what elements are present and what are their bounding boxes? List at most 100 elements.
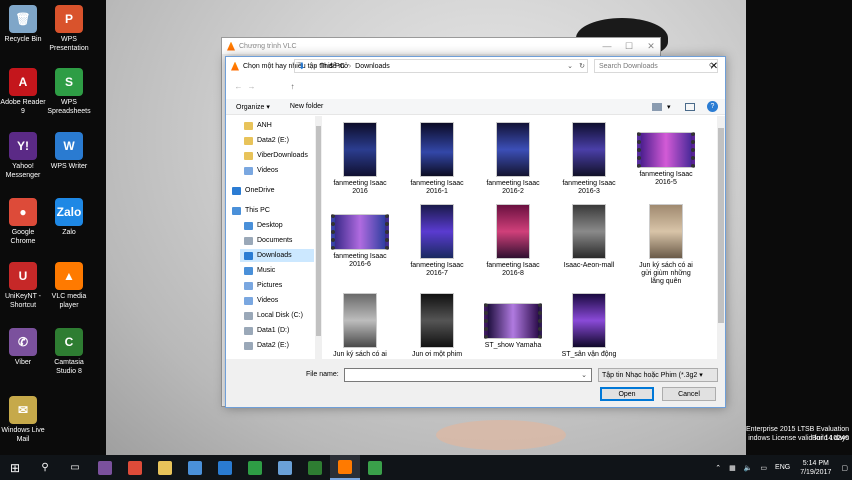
chevron-up-icon[interactable]: ⌃ [715, 464, 721, 472]
desktop-icon-wps-writer[interactable]: W WPS Writer [46, 132, 92, 171]
video-thumbnail [496, 204, 530, 259]
help-icon[interactable]: ? [707, 101, 718, 112]
taskbar-chrome-icon[interactable] [120, 455, 150, 480]
nav-item-pictures[interactable]: Pictures [240, 279, 314, 292]
files-scrollbar[interactable] [717, 116, 725, 359]
refresh-icon[interactable]: ↻ [579, 62, 585, 70]
breadcrumb-this-pc[interactable]: This PC [320, 63, 345, 70]
volume-icon[interactable]: 🔈 [744, 464, 753, 472]
desktop-icon-yahoo-messenger[interactable]: Y! Yahoo! Messenger [0, 132, 46, 180]
organize-button[interactable]: Organize ▾ [226, 103, 280, 111]
desktop-icon-recycle-bin[interactable]: 🗑 Recycle Bin [0, 5, 46, 44]
nav-item-videos[interactable]: Videos [240, 164, 314, 177]
close-icon[interactable]: ✕ [640, 38, 662, 54]
up-arrow-icon[interactable]: ↑ [286, 79, 299, 93]
desktop-icon-zalo[interactable]: Zalo Zalo [46, 198, 92, 237]
nav-item-videos[interactable]: Videos [240, 294, 314, 307]
file-item[interactable]: fanmeeting Isaac 2016 [325, 122, 395, 196]
nav-item-data2-e[interactable]: Data2 (E:) [240, 134, 314, 147]
file-item[interactable]: fanmeeting Isaac 2016-6 [325, 204, 395, 269]
nav-item-anh[interactable]: ANH [240, 119, 314, 132]
new-folder-button[interactable]: New folder [280, 103, 333, 110]
desktop-icon-wps-presentation[interactable]: P WPS Presentation [46, 5, 92, 53]
file-name-line1: fanmeeting Isaac [410, 262, 464, 269]
desktop-icon-label: WPS Spreadsheets [47, 99, 91, 115]
file-item[interactable]: fanmeeting Isaac 2016-5 [631, 122, 701, 187]
address-bar[interactable]: ⬇ › This PC › Downloads ⌄ ↻ [294, 59, 588, 73]
desktop-icon-windows-live-mail[interactable]: ✉ Windows Live Mail [0, 396, 46, 444]
taskbar-app-misc-icon[interactable] [270, 455, 300, 480]
desktop-icon-viber[interactable]: ✆ Viber [0, 328, 46, 367]
search-input[interactable]: Search Downloads ⚲ [594, 59, 718, 73]
preview-pane-icon[interactable] [685, 102, 695, 111]
taskbar-wps-writer-icon[interactable] [210, 455, 240, 480]
nav-scrollbar[interactable] [315, 116, 322, 359]
nav-item-data1-d[interactable]: Data1 (D:) [240, 324, 314, 337]
file-item[interactable]: Jun ơi một phim [402, 293, 472, 359]
nav-item-desktop[interactable]: Desktop [240, 219, 314, 232]
nav-item-music[interactable]: Music [240, 264, 314, 277]
file-item[interactable]: fanmeeting Isaac 2016-8 [478, 204, 548, 278]
taskbar-viber-icon[interactable] [90, 455, 120, 480]
view-icon[interactable] [652, 102, 662, 111]
language-indicator[interactable]: ENG [775, 464, 790, 471]
nav-item-onedrive[interactable]: OneDrive [228, 184, 314, 197]
desktop-icon-vlc-media-player[interactable]: ▲ VLC media player [46, 262, 92, 310]
desktop-icon-adobe-reader-9[interactable]: A Adobe Reader 9 [0, 68, 46, 116]
dialog-footer: File name: ⌄ Tập tin Nhạc hoặc Phim (*.3… [226, 359, 725, 407]
file-item[interactable]: Jun ký sách có ai [325, 293, 395, 359]
file-name-line1: Isaac-Aeon-mall [563, 262, 615, 269]
file-item[interactable]: fanmeeting Isaac 2016-2 [478, 122, 548, 196]
taskbar-camtasia-recorder-icon[interactable] [360, 455, 390, 480]
file-item[interactable]: Isaac-Aeon-mall [554, 204, 624, 270]
maximize-icon[interactable]: ☐ [618, 38, 640, 54]
desktop-icon-unikeynt-shortcut[interactable]: U UniKeyNT - Shortcut [0, 262, 46, 310]
taskbar-camtasia-icon[interactable] [300, 455, 330, 480]
cancel-button[interactable]: Cancel [662, 387, 716, 401]
desktop-icon-google-chrome[interactable]: ● Google Chrome [0, 198, 46, 246]
nav-item-data2-e[interactable]: Data2 (E:) [240, 339, 314, 352]
video-thumbnail [572, 204, 606, 259]
file-item[interactable]: fanmeeting Isaac 2016-7 [402, 204, 472, 278]
file-name-line2: 2016 [352, 188, 368, 195]
open-button[interactable]: Open [600, 387, 654, 401]
desktop-icon-wps-spreadsheets[interactable]: S WPS Spreadsheets [46, 68, 92, 116]
vlc-titlebar[interactable]: Chương trình VLC [222, 38, 660, 54]
start-button[interactable]: ⊞ [0, 455, 30, 480]
nav-item-label: Videos [257, 167, 279, 174]
taskbar-folder-icon[interactable] [150, 455, 180, 480]
back-arrow-icon[interactable]: ← [232, 79, 245, 93]
file-item[interactable]: fanmeeting Isaac 2016-1 [402, 122, 472, 196]
nav-scroll-thumb[interactable] [316, 126, 321, 336]
forward-arrow-icon[interactable]: → [245, 79, 258, 93]
action-center-icon[interactable]: ▢ [841, 464, 848, 472]
taskbar-wps-spreadsheets-icon[interactable] [240, 455, 270, 480]
network-icon[interactable]: ▦ [729, 464, 736, 472]
minimize-icon[interactable]: — [596, 38, 618, 54]
task-view-icon[interactable]: ▭ [60, 455, 90, 480]
file-item[interactable]: fanmeeting Isaac 2016-3 [554, 122, 624, 196]
taskbar-vlc-icon[interactable] [330, 455, 360, 480]
file-type-filter[interactable]: Tập tin Nhạc hoặc Phim (*.3g2 ▾ [598, 368, 718, 382]
file-item[interactable]: ST_show Yamaha [478, 293, 548, 350]
desktop-icon-camtasia-studio-8[interactable]: C Camtasia Studio 8 [46, 328, 92, 376]
open-file-dialog[interactable]: Chọn một hay nhiều tập tin để mở ✕ ← → ↑… [225, 56, 726, 408]
files-scroll-thumb[interactable] [718, 128, 724, 323]
file-item[interactable]: ST_sân vận động [554, 293, 624, 359]
notification-icon[interactable]: ▭ [760, 464, 767, 472]
chevron-down-icon[interactable]: ⌄ [578, 369, 590, 381]
chevron-down-icon[interactable]: ⌄ [567, 62, 573, 70]
search-icon[interactable]: ⚲ [30, 455, 60, 480]
nav-item-documents[interactable]: Documents [240, 234, 314, 247]
nav-item-local-disk-c[interactable]: Local Disk (C:) [240, 309, 314, 322]
file-name-input[interactable] [344, 368, 592, 382]
breadcrumb-downloads[interactable]: Downloads [355, 63, 390, 70]
nav-item-downloads[interactable]: Downloads [240, 249, 314, 262]
clock[interactable]: 5:14 PM 7/19/2017 [800, 459, 831, 477]
nav-item-this-pc[interactable]: This PC [228, 204, 314, 217]
file-item[interactable]: Jun ký sách có ai gửi giùm những lãng quên [631, 204, 701, 286]
nav-item-label: Documents [257, 237, 293, 244]
chevron-down-icon[interactable]: ▾ [667, 103, 671, 111]
nav-item-viberdownloads[interactable]: ViberDownloads [240, 149, 314, 162]
taskbar-explorer-icon[interactable] [180, 455, 210, 480]
